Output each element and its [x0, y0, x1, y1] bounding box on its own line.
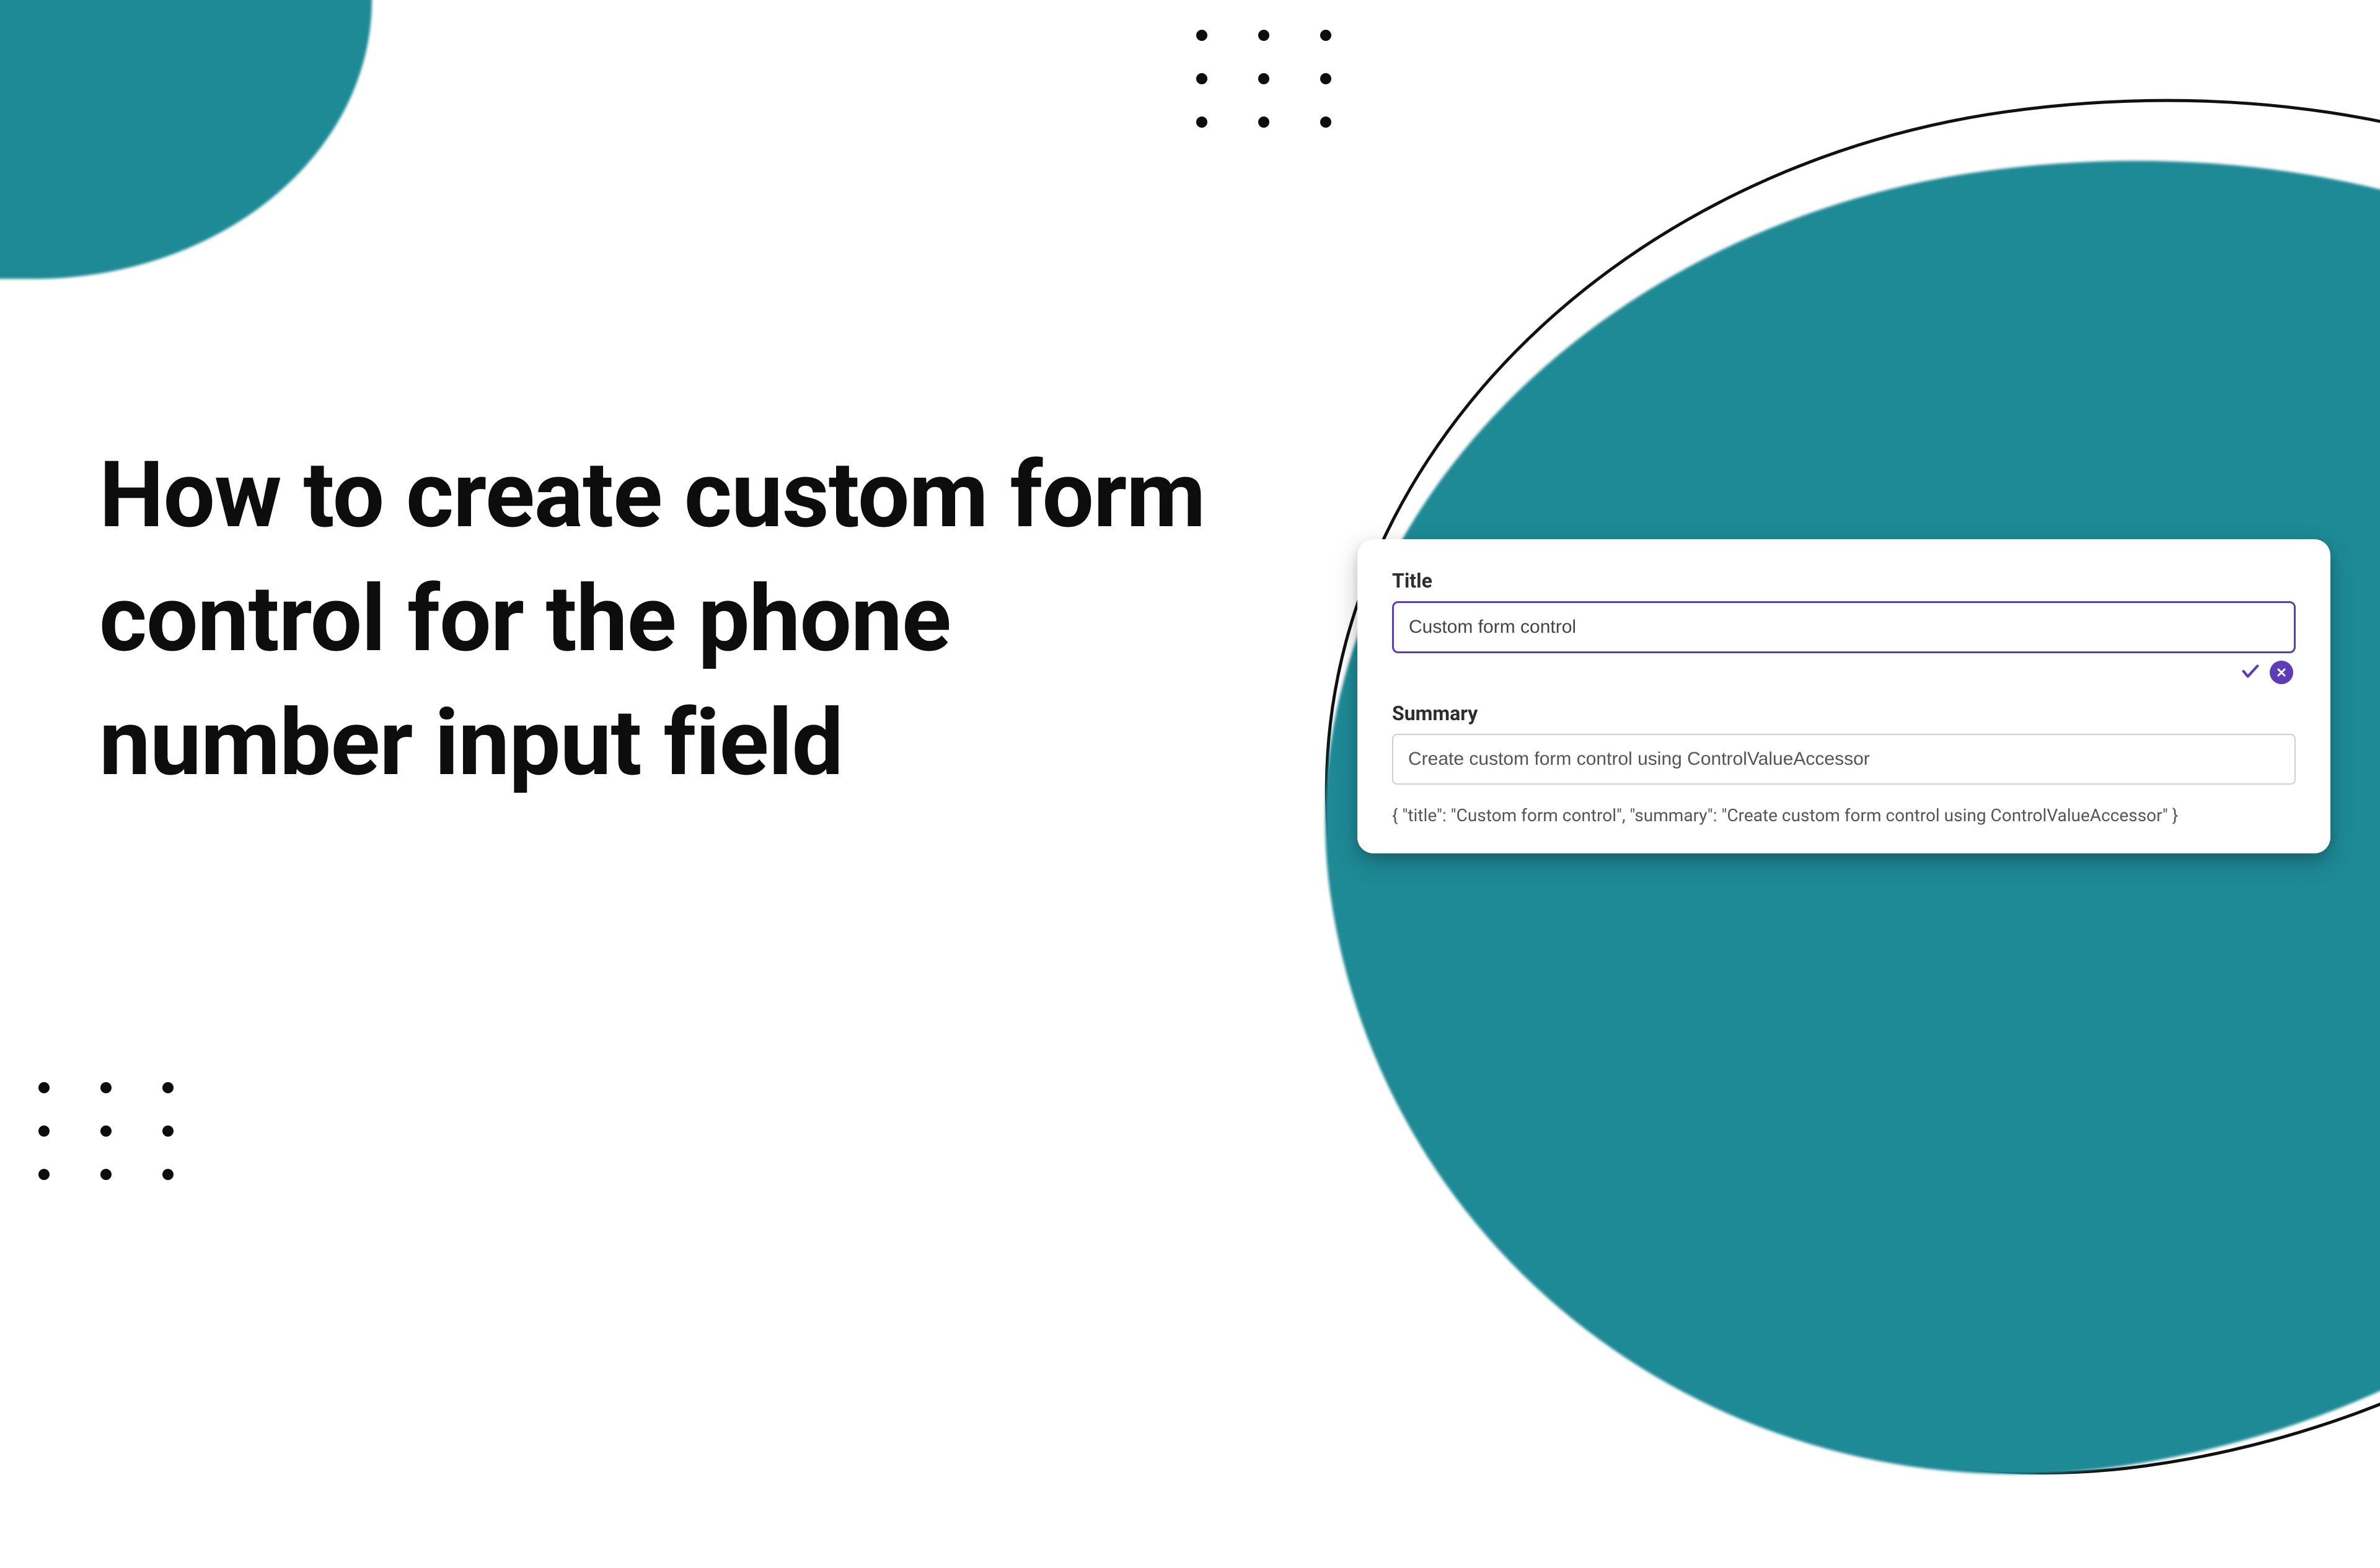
summary-field-group: Summary	[1392, 702, 2296, 785]
cancel-icon[interactable]	[2270, 661, 2293, 684]
summary-label: Summary	[1392, 702, 2296, 725]
form-card: Title Summary { "title": "Custom form co…	[1357, 539, 2330, 853]
json-output: { "title": "Custom form control", "summa…	[1392, 803, 2296, 829]
check-icon[interactable]	[2240, 661, 2261, 684]
decor-blob-topleft	[0, 0, 372, 279]
title-field-group: Title	[1392, 569, 2296, 684]
title-actions	[1392, 653, 2296, 684]
title-input[interactable]	[1392, 601, 2296, 653]
decor-dot-grid-top	[1196, 30, 1331, 128]
headline: How to create custom form control for th…	[99, 434, 1277, 805]
summary-input[interactable]	[1392, 734, 2296, 785]
title-label: Title	[1392, 569, 2296, 592]
decor-dot-grid-bottom	[38, 1082, 174, 1180]
